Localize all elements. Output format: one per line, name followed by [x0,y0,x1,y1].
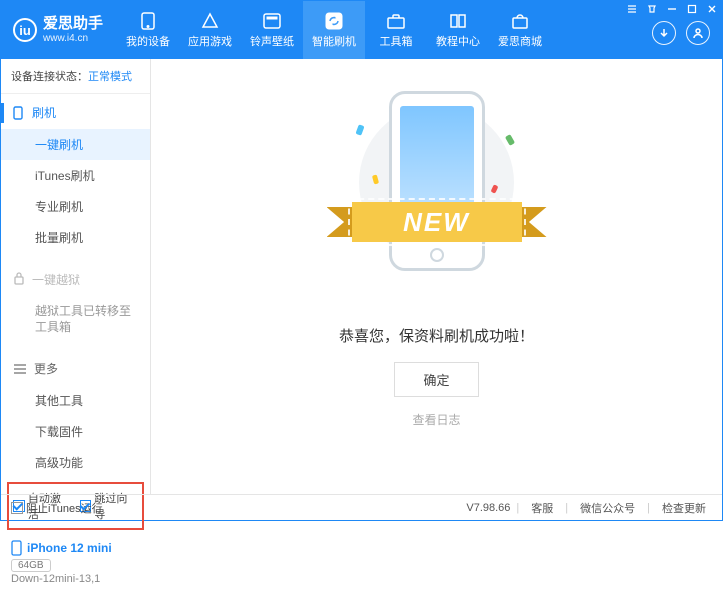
connection-status: 设备连接状态：正常模式 [1,59,150,94]
header-bar: iu 爱思助手 www.i4.cn 我的设备 应用游戏 铃声壁纸 智能刷机 [1,1,722,59]
main-panel: NEW 恭喜您，保资料刷机成功啦！ 确定 查看日志 [151,59,722,494]
sidebar-item-itunes-flash[interactable]: iTunes刷机 [1,160,150,191]
close-icon[interactable] [705,3,719,15]
checkbox-block-itunes[interactable]: 阻止iTunes运行 [11,500,103,516]
sidebar-item-one-click-flash[interactable]: 一键刷机 [1,129,150,160]
apps-icon [200,12,220,30]
nav-tutorials[interactable]: 教程中心 [427,1,489,59]
sidebar-item-pro-flash[interactable]: 专业刷机 [1,191,150,222]
phone-outline-icon [11,106,25,120]
top-nav: 我的设备 应用游戏 铃声壁纸 智能刷机 工具箱 教程中心 [117,1,551,59]
brand-url: www.i4.cn [43,33,103,44]
wallpaper-icon [262,12,282,30]
user-button[interactable] [686,21,710,45]
brand: iu 爱思助手 www.i4.cn [1,1,113,59]
maximize-icon[interactable] [685,3,699,15]
sidebar-item-advanced[interactable]: 高级功能 [1,447,150,478]
download-button[interactable] [652,21,676,45]
sidebar-item-download-firmware[interactable]: 下载固件 [1,416,150,447]
store-icon [510,12,530,30]
body: 设备连接状态：正常模式 刷机 一键刷机 iTunes刷机 专业刷机 批量刷机 一… [1,59,722,494]
toolbox-icon [386,12,406,30]
window-controls [625,3,719,15]
confirm-button[interactable]: 确定 [394,362,478,397]
nav-my-device[interactable]: 我的设备 [117,1,179,59]
phone-icon [138,12,158,30]
new-ribbon: NEW [327,197,547,247]
app-window: iu 爱思助手 www.i4.cn 我的设备 应用游戏 铃声壁纸 智能刷机 [0,0,723,521]
brand-logo-icon: iu [13,18,37,42]
nav-toolbox[interactable]: 工具箱 [365,1,427,59]
connection-mode: 正常模式 [88,71,132,83]
nav-store[interactable]: 爱思商城 [489,1,551,59]
check-update-link[interactable]: 检查更新 [662,500,706,516]
brand-title: 爱思助手 [43,16,103,33]
success-message: 恭喜您，保资料刷机成功啦！ [339,325,534,346]
sidebar-item-other-tools[interactable]: 其他工具 [1,385,150,416]
view-log-link[interactable]: 查看日志 [412,411,460,428]
minimize-icon[interactable] [665,3,679,15]
list-icon [13,363,27,375]
footer-bar: 阻止iTunes运行 V7.98.66 | 客服 | 微信公众号 | 检查更新 [1,494,722,520]
skin-icon[interactable] [645,3,659,15]
sidebar: 设备连接状态：正常模式 刷机 一键刷机 iTunes刷机 专业刷机 批量刷机 一… [1,59,151,494]
success-illustration: NEW [347,85,527,285]
device-phone-icon [11,540,22,556]
lock-icon [13,271,25,288]
version-label: V7.98.66 [466,502,510,514]
nav-smart-flash[interactable]: 智能刷机 [303,1,365,59]
sidebar-head-flash[interactable]: 刷机 [1,96,150,129]
device-block[interactable]: iPhone 12 mini 64GB Down-12mini-13,1 [1,538,150,589]
nav-ringtones[interactable]: 铃声壁纸 [241,1,303,59]
wechat-link[interactable]: 微信公众号 [580,500,635,516]
sidebar-jailbreak-note: 越狱工具已转移至工具箱 [1,296,150,342]
device-capacity: 64GB [11,559,51,572]
customer-service-link[interactable]: 客服 [531,500,553,516]
device-model: Down-12mini-13,1 [11,573,142,585]
refresh-icon [324,12,344,30]
device-name: iPhone 12 mini [27,541,112,555]
nav-apps-games[interactable]: 应用游戏 [179,1,241,59]
sidebar-item-batch-flash[interactable]: 批量刷机 [1,222,150,253]
menu-icon[interactable] [625,3,639,15]
sidebar-head-more[interactable]: 更多 [1,352,150,385]
book-icon [448,12,468,30]
sidebar-head-jailbreak: 一键越狱 [1,263,150,296]
